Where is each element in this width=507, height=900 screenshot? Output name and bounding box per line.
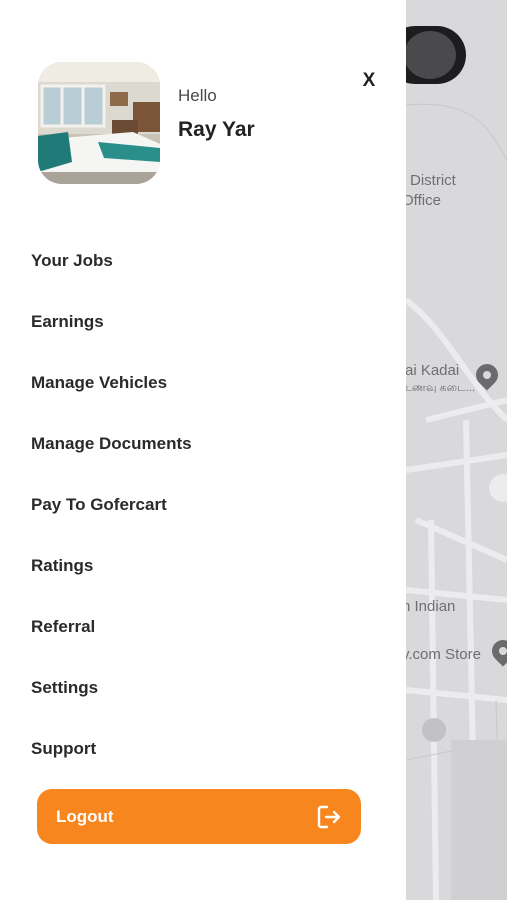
menu-item-manage-documents[interactable]: Manage Documents [0,413,406,474]
menu-item-ratings[interactable]: Ratings [0,535,406,596]
logout-button[interactable]: Logout [37,789,361,844]
drawer-menu: Your Jobs Earnings Manage Vehicles Manag… [0,230,406,779]
close-icon[interactable]: X [356,68,382,94]
menu-item-settings[interactable]: Settings [0,657,406,718]
user-name: Ray Yar [178,118,255,141]
map-background: District Office rai Kadai உணவு கடை... n … [406,0,507,900]
map-label: உணவு கடை... [406,382,475,394]
menu-item-your-jobs[interactable]: Your Jobs [0,230,406,291]
map-label: rai Kadai [406,362,460,379]
side-drawer: Hello Ray Yar X Your Jobs Earnings Manag… [0,0,406,900]
map-label: Office [406,192,441,209]
map-label: y.com Store [406,646,481,663]
menu-item-pay-to-gofercart[interactable]: Pay To Gofercart [0,474,406,535]
menu-item-support[interactable]: Support [0,718,406,779]
map-roads [406,103,507,900]
logout-label: Logout [56,806,114,826]
map-label: District [410,172,456,189]
avatar[interactable] [38,62,160,184]
logout-icon [317,805,341,828]
bedroom-photo [38,62,160,184]
menu-item-manage-vehicles[interactable]: Manage Vehicles [0,352,406,413]
toggle-knob [406,29,458,81]
menu-item-earnings[interactable]: Earnings [0,291,406,352]
map-label: n Indian [406,598,456,615]
menu-item-referral[interactable]: Referral [0,596,406,657]
greeting-text: Hello [178,86,217,105]
online-toggle[interactable] [406,26,466,84]
